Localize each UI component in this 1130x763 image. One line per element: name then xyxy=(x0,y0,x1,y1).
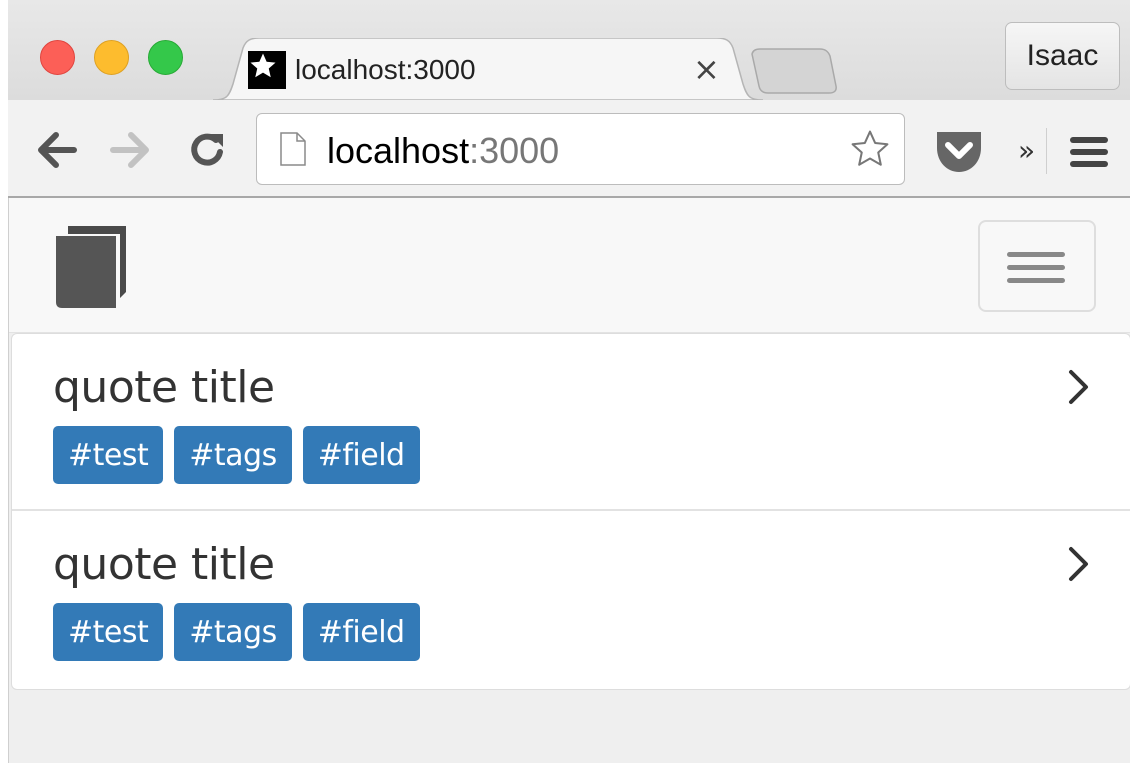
address-port: :3000 xyxy=(469,130,560,171)
favicon-star-icon xyxy=(248,51,286,89)
tag-badge[interactable]: #test xyxy=(53,426,164,484)
quote-list-item[interactable]: quote title #test #tags #field xyxy=(12,511,1130,689)
tag-badge[interactable]: #field xyxy=(302,426,420,484)
book-icon[interactable] xyxy=(54,226,134,310)
page-viewport: quote title #test #tags #field quote tit… xyxy=(8,198,1130,763)
tag-group: #test #tags #field xyxy=(53,603,420,661)
close-window-button[interactable] xyxy=(40,40,75,75)
chevron-right-icon[interactable] xyxy=(1067,545,1091,583)
toolbar-overflow-chevrons[interactable]: » xyxy=(1018,134,1035,167)
address-text: localhost:3000 xyxy=(327,130,559,172)
pocket-icon[interactable] xyxy=(933,128,985,174)
tag-badge[interactable]: #test xyxy=(53,603,164,661)
address-host: localhost xyxy=(327,130,470,171)
minimize-window-button[interactable] xyxy=(94,40,129,75)
browser-window: localhost:3000 × Isaac localhost:3000 » xyxy=(8,0,1130,763)
bookmark-star-icon[interactable] xyxy=(847,127,893,171)
quote-title: quote title xyxy=(53,362,275,413)
quote-title: quote title xyxy=(53,539,275,590)
tag-badge[interactable]: #field xyxy=(302,603,420,661)
nav-toggle-button[interactable] xyxy=(978,220,1096,312)
tag-group: #test #tags #field xyxy=(53,426,420,484)
forward-arrow-icon[interactable] xyxy=(109,130,153,170)
tag-badge[interactable]: #tags xyxy=(174,426,292,484)
tab-title: localhost:3000 xyxy=(295,54,476,85)
reload-icon[interactable] xyxy=(188,130,228,170)
app-navbar xyxy=(9,198,1130,333)
active-tab[interactable]: localhost:3000 × xyxy=(213,38,763,100)
new-tab-button[interactable] xyxy=(748,48,838,94)
quote-list: quote title #test #tags #field quote tit… xyxy=(11,333,1130,690)
zoom-window-button[interactable] xyxy=(148,40,183,75)
toolbar-divider xyxy=(1046,128,1047,174)
tab-close-icon[interactable]: × xyxy=(693,50,720,88)
profile-button[interactable]: Isaac xyxy=(1005,22,1120,90)
address-bar[interactable]: localhost:3000 xyxy=(256,113,905,185)
tab-strip: localhost:3000 × Isaac xyxy=(8,0,1130,100)
chevron-right-icon[interactable] xyxy=(1067,368,1091,406)
page-icon xyxy=(280,132,306,166)
back-arrow-icon[interactable] xyxy=(34,130,78,170)
quote-list-item[interactable]: quote title #test #tags #field xyxy=(12,334,1130,511)
tag-badge[interactable]: #tags xyxy=(174,603,292,661)
menu-icon[interactable] xyxy=(1068,136,1110,168)
